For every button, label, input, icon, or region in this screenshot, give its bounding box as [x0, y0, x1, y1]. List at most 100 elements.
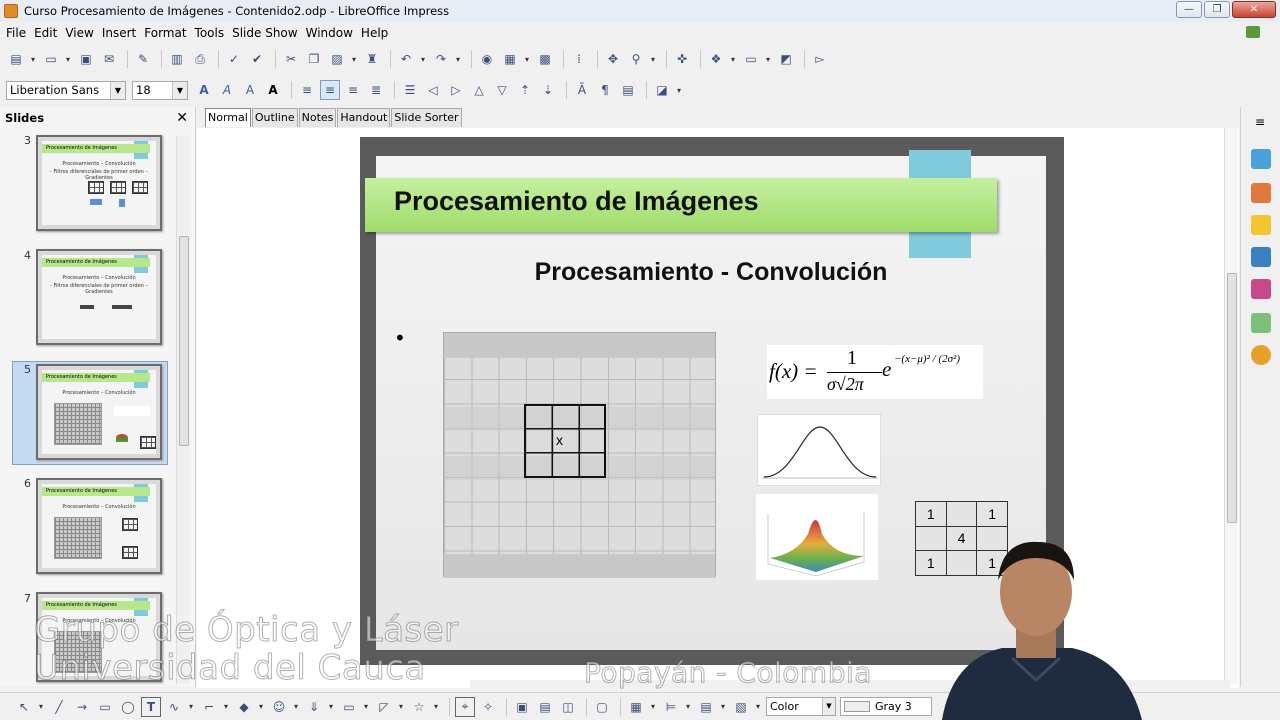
- close-window-button[interactable]: ✕: [1232, 1, 1276, 18]
- fill-color-combo[interactable]: Gray 3: [840, 697, 932, 716]
- menu-window[interactable]: Window: [302, 26, 357, 40]
- table-cell[interactable]: 1: [915, 501, 947, 527]
- styles-icon[interactable]: [1251, 279, 1271, 299]
- font-shadow-icon[interactable]: A: [263, 80, 283, 100]
- slides-scroll-thumb[interactable]: [179, 236, 189, 446]
- table-cell[interactable]: 1: [976, 501, 1008, 527]
- navigator-icon[interactable]: ✥: [603, 49, 623, 69]
- select-arrow-icon[interactable]: ↖: [14, 697, 34, 717]
- print-icon[interactable]: ⎙: [190, 49, 210, 69]
- gallery-bottom-icon[interactable]: ▤: [535, 697, 555, 717]
- menu-slide-show[interactable]: Slide Show: [228, 26, 301, 40]
- cut-icon[interactable]: ✂: [281, 49, 301, 69]
- copy-icon[interactable]: ❐: [304, 49, 324, 69]
- block-arrows-icon[interactable]: ⇓: [304, 697, 324, 717]
- slide-thumbnail-3[interactable]: Procesamiento de Imágenes Procesamiento …: [36, 135, 162, 231]
- menu-view[interactable]: View: [61, 26, 97, 40]
- zoom-dropdown-icon[interactable]: ▾: [649, 49, 657, 69]
- stars-icon[interactable]: ☆: [409, 697, 429, 717]
- gaussian-formula[interactable]: f(x) = 1 σ√2π e −(x−μ)² / (2σ²): [767, 345, 983, 399]
- start-presentation-icon[interactable]: ▻: [810, 49, 830, 69]
- bullet-point[interactable]: •: [394, 326, 406, 350]
- decrease-spacing-icon[interactable]: ⇣: [538, 80, 558, 100]
- menu-insert[interactable]: Insert: [98, 26, 140, 40]
- font-name-combo[interactable]: Liberation Sans ▼: [6, 80, 126, 100]
- from-file-icon[interactable]: ▣: [512, 697, 532, 717]
- area-style-icon[interactable]: ▧: [731, 697, 751, 717]
- slide-thumbnail-6[interactable]: Procesamiento de Imágenes Procesamiento …: [36, 478, 162, 574]
- redo-icon[interactable]: ↷: [431, 49, 451, 69]
- autospellcheck-icon[interactable]: ✔: [247, 49, 267, 69]
- paste-dropdown-icon[interactable]: ▾: [350, 49, 358, 69]
- tab-outline[interactable]: Outline: [251, 108, 298, 127]
- slideshow-dropdown-icon[interactable]: ▾: [729, 49, 737, 69]
- tab-slide-sorter[interactable]: Slide Sorter: [391, 108, 462, 127]
- slide-thumbnail-5[interactable]: Procesamiento de Imágenes Procesamiento …: [36, 364, 162, 460]
- rectangle-icon[interactable]: ▭: [95, 697, 115, 717]
- table-bottom-icon[interactable]: ▦: [626, 697, 646, 717]
- menu-tools[interactable]: Tools: [191, 26, 229, 40]
- properties-icon[interactable]: [1251, 149, 1271, 169]
- open-dropdown-icon[interactable]: ▾: [64, 49, 72, 69]
- align-center-icon[interactable]: ≡: [320, 80, 340, 100]
- callouts-dropdown-icon[interactable]: ▾: [397, 697, 405, 717]
- new-dropdown-icon[interactable]: ▾: [29, 49, 37, 69]
- increase-spacing-icon[interactable]: ⇡: [515, 80, 535, 100]
- slide-transition-icon[interactable]: [1251, 247, 1271, 267]
- area-dropdown-icon[interactable]: ▾: [754, 697, 762, 717]
- basic-shapes-icon[interactable]: ◆: [234, 697, 254, 717]
- menu-edit[interactable]: Edit: [30, 26, 61, 40]
- extrusion-icon[interactable]: ◫: [558, 697, 578, 717]
- slide-layout-icon[interactable]: ▭: [741, 49, 761, 69]
- flowchart-icon[interactable]: ▭: [339, 697, 359, 717]
- callouts-icon[interactable]: ◸: [374, 697, 394, 717]
- move-down-icon[interactable]: ▽: [492, 80, 512, 100]
- save-icon[interactable]: ▣: [76, 49, 96, 69]
- workspace-scrollbar[interactable]: [1224, 128, 1238, 684]
- align-objects-icon[interactable]: ⊨: [661, 697, 681, 717]
- master-slide-icon[interactable]: ◩: [776, 49, 796, 69]
- update-download-icon[interactable]: [1246, 26, 1260, 38]
- undo-icon[interactable]: ↶: [396, 49, 416, 69]
- open-folder-icon[interactable]: ▭: [41, 49, 61, 69]
- curve-icon[interactable]: ∿: [164, 697, 184, 717]
- chevron-down-icon[interactable]: ▼: [110, 81, 125, 99]
- area-style-combo[interactable]: Color ▼: [766, 697, 836, 716]
- fontwork-icon[interactable]: ◪: [652, 80, 672, 100]
- spellcheck-icon[interactable]: ✓: [224, 49, 244, 69]
- shadow-icon[interactable]: ▢: [592, 697, 612, 717]
- help-icon[interactable]: ✜: [672, 49, 692, 69]
- edit-file-icon[interactable]: ✎: [133, 49, 153, 69]
- font-bold-icon[interactable]: A: [194, 80, 214, 100]
- move-up-icon[interactable]: △: [469, 80, 489, 100]
- table-dropdown-icon[interactable]: ▾: [523, 49, 531, 69]
- font-size-combo[interactable]: 18 ▼: [132, 80, 188, 100]
- navigator-sidebar-icon[interactable]: [1251, 345, 1271, 365]
- align-dropdown-icon[interactable]: ▾: [684, 697, 692, 717]
- undo-dropdown-icon[interactable]: ▾: [419, 49, 427, 69]
- character-icon[interactable]: Ā: [572, 80, 592, 100]
- text-icon[interactable]: T: [141, 696, 161, 717]
- master-slides-icon[interactable]: [1251, 183, 1271, 203]
- gaussian-surface-image[interactable]: [756, 494, 878, 580]
- layout-dropdown-icon[interactable]: ▾: [764, 49, 772, 69]
- minimize-button[interactable]: —: [1176, 1, 1202, 18]
- bullets-numbering-icon[interactable]: ▤: [618, 80, 638, 100]
- glue-points-icon[interactable]: ✧: [478, 697, 498, 717]
- align-left-icon[interactable]: ≡: [297, 80, 317, 100]
- select-dropdown-icon[interactable]: ▾: [37, 697, 45, 717]
- flowchart-dropdown-icon[interactable]: ▾: [362, 697, 370, 717]
- symbol-shapes-icon[interactable]: ☺: [269, 697, 289, 717]
- tab-normal[interactable]: Normal: [205, 108, 251, 127]
- bullets-icon[interactable]: ☰: [400, 80, 420, 100]
- chart-icon[interactable]: ◉: [477, 49, 497, 69]
- slide-subtitle[interactable]: Procesamiento - Convolución: [376, 258, 1046, 287]
- line-style-icon[interactable]: ▤: [696, 697, 716, 717]
- stars-dropdown-icon[interactable]: ▾: [432, 697, 440, 717]
- redo-dropdown-icon[interactable]: ▾: [454, 49, 462, 69]
- connector-icon[interactable]: ⌐: [199, 697, 219, 717]
- basic-shapes-dropdown-icon[interactable]: ▾: [257, 697, 265, 717]
- fontwork-dropdown-icon[interactable]: ▾: [675, 80, 683, 100]
- sidebar-menu-icon[interactable]: ≡: [1255, 115, 1265, 129]
- symbol-dropdown-icon[interactable]: ▾: [292, 697, 300, 717]
